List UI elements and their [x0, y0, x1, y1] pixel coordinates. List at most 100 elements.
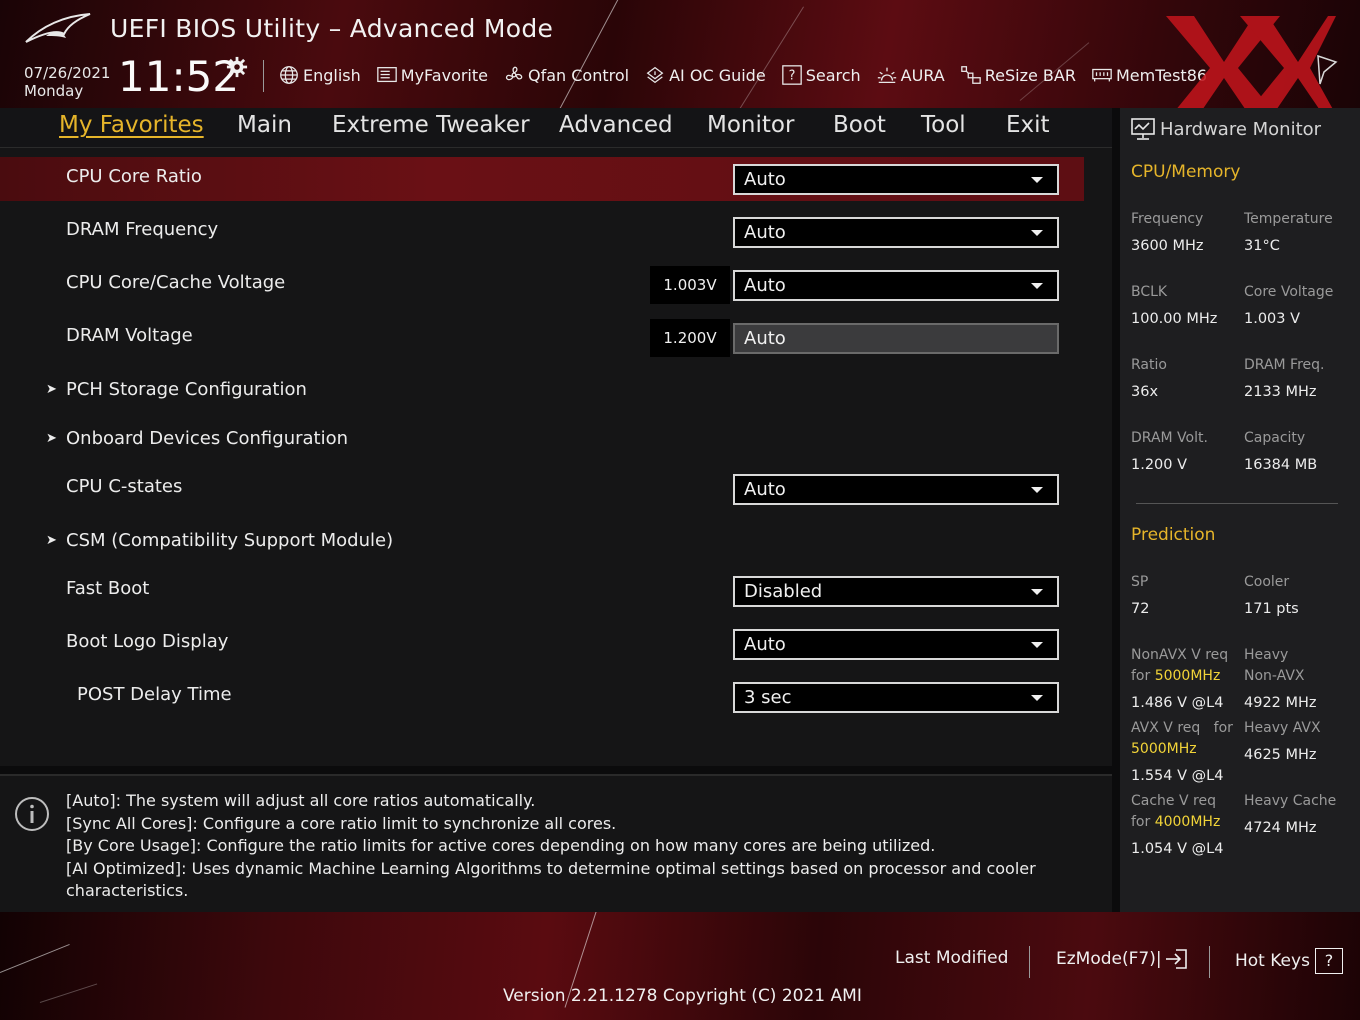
header-divider — [263, 60, 264, 92]
brand-x-logo-icon — [1166, 16, 1340, 122]
setting-row-cpu-core-cache-voltage[interactable]: CPU Core/Cache Voltage 1.003V Auto — [0, 263, 1084, 307]
ezmode-button[interactable]: EzMode(F7)| — [1056, 948, 1188, 970]
dram-frequency-dropdown[interactable]: Auto — [733, 217, 1059, 248]
monitor-icon — [1131, 118, 1155, 140]
tab-my-favorites[interactable]: My Favorites — [59, 112, 204, 138]
help-line: [Sync All Cores]: Configure a core ratio… — [66, 813, 617, 833]
bclk-value: 100.00 MHz — [1131, 311, 1218, 327]
setting-label: CPU Core/Cache Voltage — [66, 272, 286, 293]
post-delay-time-dropdown[interactable]: 3 sec — [733, 682, 1059, 713]
setting-row-fast-boot[interactable]: Fast Boot Disabled — [0, 569, 1084, 613]
tab-exit[interactable]: Exit — [1006, 112, 1050, 138]
setting-row-dram-frequency[interactable]: DRAM Frequency Auto — [0, 210, 1084, 254]
heavy-cache-label: Heavy Cache — [1244, 793, 1337, 809]
app-title: UEFI BIOS Utility – Advanced Mode — [110, 14, 554, 43]
core-voltage-value: 1.003 V — [1244, 311, 1301, 327]
tab-advanced[interactable]: Advanced — [559, 112, 673, 138]
submenu-pch-storage-configuration[interactable]: ➤ PCH Storage Configuration — [0, 370, 1084, 414]
tab-main[interactable]: Main — [237, 112, 292, 138]
hardware-monitor-title: Hardware Monitor — [1160, 118, 1322, 140]
resize-bar-button[interactable]: ReSize BAR — [960, 64, 1076, 86]
cache-voltage-value: 1.054 V @L4 — [1131, 841, 1224, 857]
ai-oc-guide-button[interactable]: AI OC Guide — [644, 64, 766, 86]
for-text: for — [1213, 720, 1233, 736]
dropdown-caret-icon — [1031, 642, 1043, 648]
voltage-readout: 1.003V — [650, 266, 730, 304]
day-text: Monday — [24, 82, 84, 100]
setting-row-cpu-c-states[interactable]: CPU C-states Auto — [0, 467, 1084, 511]
cooler-label: Cooler — [1244, 574, 1290, 590]
version-text: Version 2.21.1278 Copyright (C) 2021 AMI — [503, 986, 862, 1006]
submenu-label: Onboard Devices Configuration — [66, 428, 349, 449]
favorite-icon — [376, 67, 397, 83]
dropdown-value: Auto — [744, 169, 786, 190]
submenu-label: PCH Storage Configuration — [66, 379, 307, 400]
setting-row-post-delay-time[interactable]: POST Delay Time 3 sec — [0, 675, 1084, 719]
fast-boot-dropdown[interactable]: Disabled — [733, 576, 1059, 607]
dram-volt-value: 1.200 V — [1131, 457, 1188, 473]
myfavorite-button[interactable]: MyFavorite — [376, 64, 488, 86]
submenu-arrow-icon: ➤ — [46, 382, 57, 397]
last-modified-button[interactable]: Last Modified — [895, 948, 1008, 968]
submenu-onboard-devices-configuration[interactable]: ➤ Onboard Devices Configuration — [0, 419, 1084, 463]
cpu-c-states-dropdown[interactable]: Auto — [733, 474, 1059, 505]
svg-text:?: ? — [788, 69, 795, 84]
prediction-section-title: Prediction — [1131, 525, 1216, 545]
submenu-arrow-icon: ➤ — [46, 431, 57, 446]
capacity-value: 16384 MB — [1244, 457, 1318, 473]
dram-voltage-field[interactable]: Auto — [733, 323, 1059, 354]
search-label: Search — [805, 65, 861, 85]
heavy-cache-value: 4724 MHz — [1244, 820, 1317, 836]
setting-row-boot-logo-display[interactable]: Boot Logo Display Auto — [0, 622, 1084, 666]
avx-target-freq: 5000MHz — [1131, 741, 1197, 757]
fan-icon — [505, 66, 523, 81]
aura-button[interactable]: AURA — [876, 64, 945, 86]
aura-label: AURA — [900, 65, 945, 85]
tab-boot[interactable]: Boot — [833, 112, 886, 138]
clock-settings-gear-icon[interactable] — [226, 56, 248, 78]
nonavx-for-line: for 5000MHz — [1131, 666, 1220, 687]
rog-logo-icon — [25, 13, 91, 43]
search-button[interactable]: ? Search — [781, 64, 861, 86]
ai-chip-icon — [646, 66, 664, 84]
help-text: [Auto]: The system will adjust all core … — [66, 790, 1066, 903]
for-text: for — [1131, 814, 1151, 830]
ai-oc-guide-label: AI OC Guide — [669, 65, 766, 85]
submenu-csm[interactable]: ➤ CSM (Compatibility Support Module) — [0, 521, 1084, 565]
cooler-value: 171 pts — [1244, 601, 1299, 617]
setting-label: Boot Logo Display — [66, 631, 229, 652]
avx-vreq-text: AVX V req — [1131, 720, 1201, 736]
capacity-label: Capacity — [1244, 430, 1306, 446]
frequency-label: Frequency — [1131, 211, 1204, 227]
setting-row-cpu-core-ratio[interactable]: CPU Core Ratio Auto — [0, 157, 1084, 201]
cpu-core-cache-voltage-dropdown[interactable]: Auto — [733, 270, 1059, 301]
temperature-value: 31°C — [1244, 238, 1280, 254]
dropdown-caret-icon — [1031, 695, 1043, 701]
qfan-control-button[interactable]: Qfan Control — [503, 64, 629, 86]
tab-extreme-tweaker[interactable]: Extreme Tweaker — [332, 112, 530, 138]
footer-divider — [1029, 946, 1030, 978]
language-button[interactable]: English — [278, 64, 361, 86]
dropdown-value: Auto — [744, 634, 786, 655]
main-tab-bar: My Favorites Main Extreme Tweaker Advanc… — [0, 108, 1112, 148]
tab-monitor[interactable]: Monitor — [707, 112, 794, 138]
tab-tool[interactable]: Tool — [921, 112, 966, 138]
avx-vreq-label: AVX V req for — [1131, 718, 1233, 739]
dropdown-value: Auto — [744, 479, 786, 500]
for-text: for — [1131, 668, 1151, 684]
dropdown-value: 3 sec — [744, 687, 792, 708]
qfan-control-label: Qfan Control — [528, 65, 630, 85]
info-icon — [15, 797, 49, 831]
section-divider — [1136, 503, 1338, 504]
search-help-icon: ? — [781, 65, 802, 85]
resize-bar-label: ReSize BAR — [984, 65, 1076, 85]
cpu-core-ratio-dropdown[interactable]: Auto — [733, 164, 1059, 195]
settings-panel: CPU Core Ratio Auto DRAM Frequency Auto … — [0, 148, 1112, 766]
setting-row-dram-voltage[interactable]: DRAM Voltage 1.200V Auto — [0, 316, 1084, 360]
help-line: [Auto]: The system will adjust all core … — [66, 791, 536, 810]
myfavorite-label: MyFavorite — [400, 65, 488, 85]
hot-keys-button[interactable]: Hot Keys ? — [1235, 948, 1343, 974]
submenu-label: CSM (Compatibility Support Module) — [66, 530, 394, 551]
boot-logo-display-dropdown[interactable]: Auto — [733, 629, 1059, 660]
dropdown-value: Disabled — [744, 581, 823, 602]
